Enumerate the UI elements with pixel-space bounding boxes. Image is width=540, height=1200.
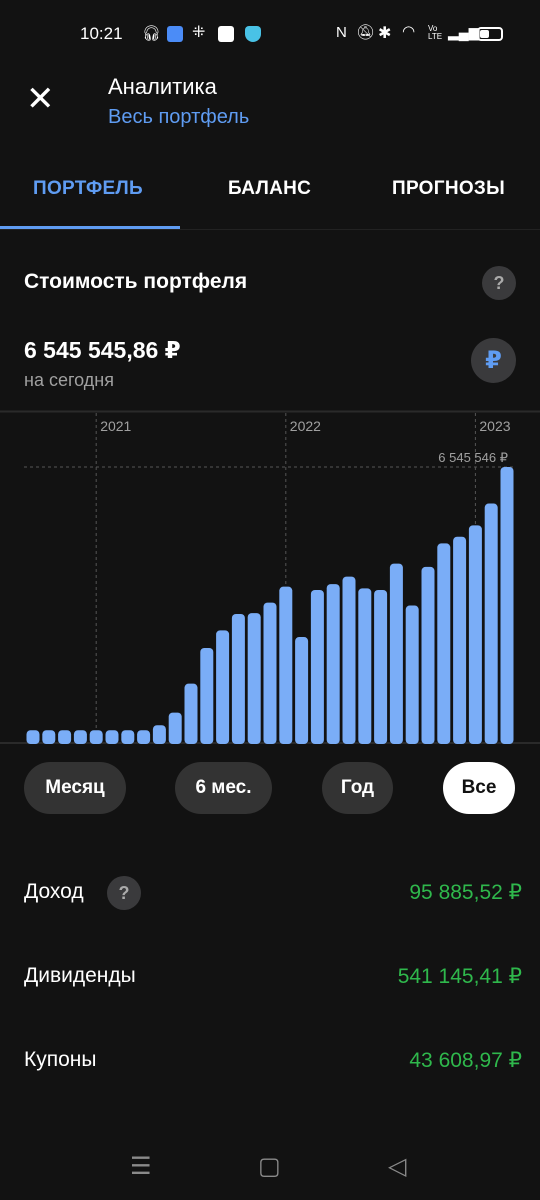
year-label: 2021	[100, 418, 131, 434]
portfolio-chart[interactable]: 2021 2022 2023 6 545 546 ₽	[0, 410, 540, 746]
volte-icon: Vo LTE	[428, 24, 443, 41]
chart-bar	[437, 543, 451, 744]
chart-bar	[389, 563, 403, 744]
portfolio-value: 6 545 545,86 ₽	[24, 337, 181, 363]
chart-bar	[89, 730, 103, 744]
chart-bar	[58, 730, 72, 744]
chart-bar	[279, 586, 293, 744]
shield-icon	[245, 26, 261, 42]
nav-home-icon[interactable]: ▢	[258, 1152, 281, 1181]
status-time: 10:21	[80, 24, 123, 43]
tab-portfolio[interactable]: ПОРТФЕЛЬ	[33, 178, 143, 200]
coupons-value: 43 608,97 ₽	[409, 1049, 522, 1072]
income-value: 95 885,52 ₽	[409, 881, 522, 904]
nav-back-icon[interactable]: ◁	[388, 1152, 406, 1181]
nfc-icon: N	[336, 24, 347, 41]
chart-bar	[263, 602, 277, 744]
chart-bar	[216, 630, 230, 744]
chart-bar	[374, 590, 388, 744]
max-value-label: 6 545 546 ₽	[438, 450, 508, 465]
status-bar: 10:21 🎧︎ ⁜ N 🔕︎ ✱ ◠ Vo LTE ▂▄▆	[0, 22, 540, 48]
help-button[interactable]: ?	[482, 266, 516, 300]
wifi-icon: ◠	[402, 23, 416, 40]
chart-bar	[468, 525, 482, 744]
bell-muted-icon: 🔕︎	[356, 24, 376, 41]
period-month-button[interactable]: Месяц	[24, 762, 126, 814]
year-label: 2023	[479, 418, 510, 434]
chart-bar	[105, 730, 119, 744]
dividends-value: 541 145,41 ₽	[397, 965, 522, 988]
section-title: Стоимость портфеля	[24, 270, 248, 293]
chart-bar	[184, 683, 198, 744]
chart-bar	[26, 730, 40, 744]
income-label: Доход	[24, 880, 84, 903]
chart-bar	[342, 576, 356, 744]
chart-bar	[200, 647, 214, 744]
coupons-label: Купоны	[24, 1048, 97, 1071]
chart-bar	[358, 588, 372, 744]
chart-bar	[453, 536, 467, 744]
nav-menu-icon[interactable]: ☰	[130, 1152, 152, 1181]
active-tab-indicator	[0, 226, 180, 229]
chart-bar	[152, 725, 166, 744]
chart-bar	[295, 637, 309, 744]
signal-icon: ▂▄▆	[448, 24, 480, 40]
chart-bar	[168, 712, 182, 744]
period-all-button[interactable]: Все	[443, 762, 515, 814]
chart-bar	[405, 605, 419, 744]
tab-forecasts[interactable]: ПРОГНОЗЫ	[392, 178, 505, 200]
bluetooth-icon: ✱	[378, 25, 392, 42]
dividends-label: Дивиденды	[24, 964, 136, 987]
period-6-months-button[interactable]: 6 мес.	[175, 762, 272, 814]
chart-bar	[231, 613, 245, 744]
chart-bar	[326, 584, 340, 744]
chart-bar	[247, 613, 261, 744]
period-year-button[interactable]: Год	[322, 762, 393, 814]
year-label: 2022	[290, 418, 321, 434]
inv-app-icon	[218, 26, 234, 42]
chart-bar	[121, 730, 135, 744]
chart-bar	[310, 590, 324, 744]
page-title: Аналитика	[108, 74, 217, 99]
portfolio-value-caption: на сегодня	[24, 370, 114, 390]
income-help-button[interactable]: ?	[107, 876, 141, 910]
tab-balance[interactable]: БАЛАНС	[228, 178, 311, 200]
chart-bar	[73, 730, 87, 744]
chart-bar	[484, 503, 498, 744]
grid-icon: ⁜	[192, 24, 206, 41]
app-icon	[167, 26, 183, 42]
headphones-icon: 🎧︎	[142, 25, 162, 42]
battery-icon	[477, 27, 503, 41]
currency-button[interactable]: ₽	[471, 338, 516, 383]
chart-bar	[500, 467, 514, 744]
close-button[interactable]: ✕	[26, 82, 55, 116]
tab-bar: ПОРТФЕЛЬ БАЛАНС ПРОГНОЗЫ	[0, 160, 540, 230]
chart-bar	[421, 566, 435, 744]
portfolio-selector[interactable]: Весь портфель	[108, 106, 249, 129]
chart-bar	[137, 730, 151, 744]
chart-bar	[42, 730, 56, 744]
